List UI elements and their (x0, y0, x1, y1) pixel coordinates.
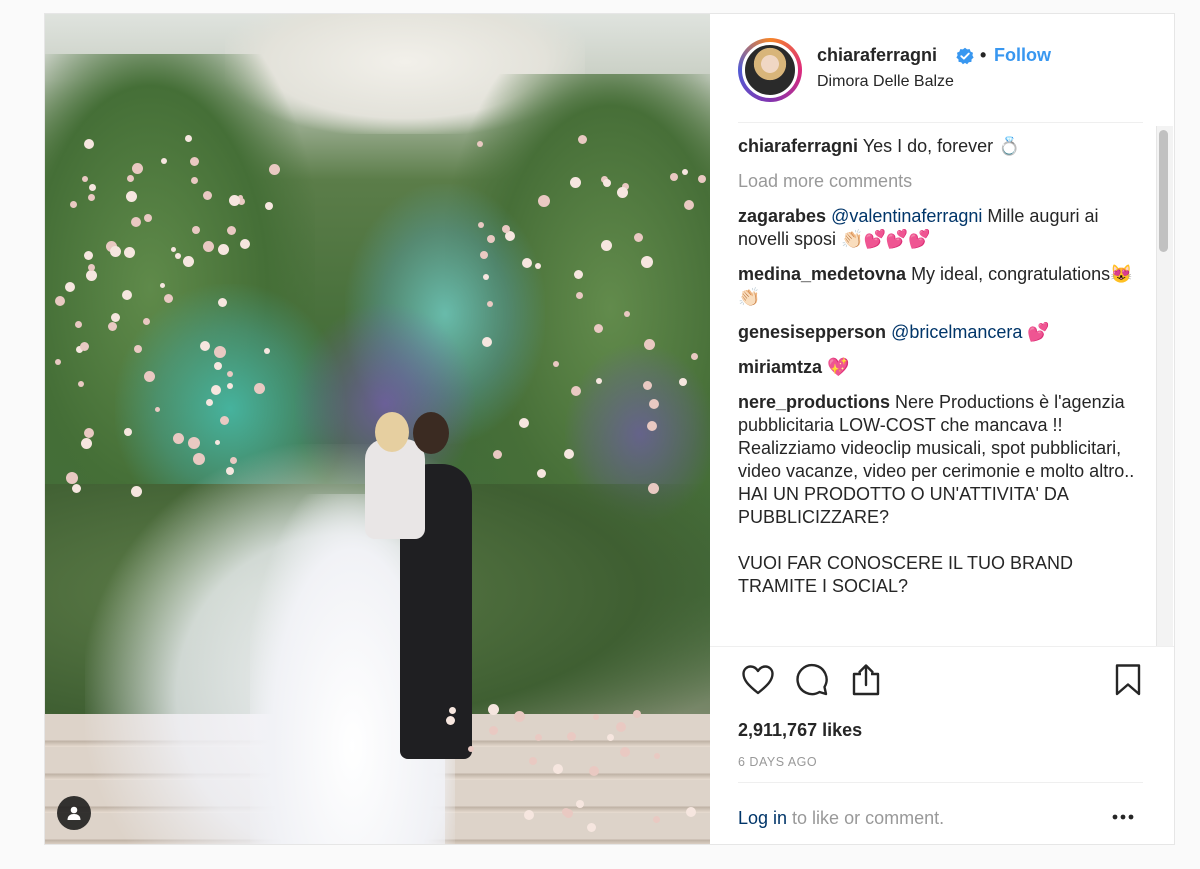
post-actions: 2,911,767 likes 6 DAYS AGO Log in to lik… (710, 646, 1174, 846)
bookmark-icon[interactable] (1108, 660, 1148, 700)
comments-list: chiaraferragni Yes I do, forever 💍 Load … (738, 135, 1148, 645)
comment-caption: chiaraferragni Yes I do, forever 💍 (738, 135, 1148, 158)
divider (738, 122, 1143, 123)
instagram-post: chiaraferragni • Follow Dimora Delle Bal… (44, 13, 1175, 845)
post-date: 6 DAYS AGO (738, 755, 818, 769)
photo-groom-head (413, 412, 449, 454)
comment: miriamtza 💖 (738, 356, 1148, 379)
login-prompt: Log in to like or comment. (738, 808, 944, 829)
comment-mention[interactable]: @valentinaferragni (826, 206, 982, 226)
comment-username[interactable]: zagarabes (738, 206, 826, 226)
follow-button[interactable]: Follow (994, 45, 1051, 66)
more-options-icon[interactable] (1108, 802, 1138, 832)
comment-username[interactable]: medina_medetovna (738, 264, 906, 284)
login-link[interactable]: Log in (738, 808, 787, 828)
likes-count[interactable]: 2,911,767 likes (738, 720, 862, 741)
comment-text: 💕 (1022, 322, 1050, 342)
location-link[interactable]: Dimora Delle Balze (817, 73, 954, 91)
share-icon[interactable] (846, 660, 886, 700)
user-tag-icon[interactable] (57, 796, 91, 830)
comment: nere_productions Nere Productions è l'ag… (738, 391, 1148, 529)
comment-username[interactable]: genesisepperson (738, 322, 886, 342)
post-photo[interactable] (45, 14, 710, 844)
comment-text: Nere Productions è l'agenzia pubblicitar… (738, 392, 1135, 527)
header-username[interactable]: chiaraferragni (817, 45, 937, 66)
comment-text: 💖 (822, 357, 850, 377)
post-header: chiaraferragni • Follow Dimora Delle Bal… (710, 14, 1174, 122)
comment-mention[interactable]: @bricelmancera (886, 322, 1022, 342)
header-separator: • (980, 45, 987, 65)
login-prompt-text: to like or comment. (787, 808, 945, 828)
comment-username[interactable]: nere_productions (738, 392, 890, 412)
comment-text: VUOI FAR CONOSCERE IL TUO BRAND TRAMITE … (738, 553, 1074, 596)
heart-icon[interactable] (738, 660, 778, 700)
comment-username[interactable]: chiaraferragni (738, 136, 858, 156)
comment-continuation: VUOI FAR CONOSCERE IL TUO BRAND TRAMITE … (738, 552, 1148, 598)
comment-username[interactable]: miriamtza (738, 357, 822, 377)
avatar[interactable] (738, 38, 802, 102)
photo-bride (365, 439, 425, 539)
comment: medina_medetovna My ideal, congratulatio… (738, 263, 1148, 309)
comment: genesisepperson @bricelmancera 💕 (738, 321, 1148, 344)
divider (738, 782, 1143, 783)
load-more-comments-button[interactable]: Load more comments (738, 170, 1148, 193)
comment-icon[interactable] (792, 660, 832, 700)
post-side-panel: chiaraferragni • Follow Dimora Delle Bal… (710, 14, 1174, 844)
photo-bride-head (375, 412, 409, 452)
comment: zagarabes @valentinaferragni Mille augur… (738, 205, 1148, 251)
verified-badge-icon (956, 47, 974, 65)
comment-text: Yes I do, forever 💍 (858, 136, 1021, 156)
comments-scrollbar-thumb[interactable] (1159, 130, 1168, 252)
avatar-image (742, 42, 798, 98)
